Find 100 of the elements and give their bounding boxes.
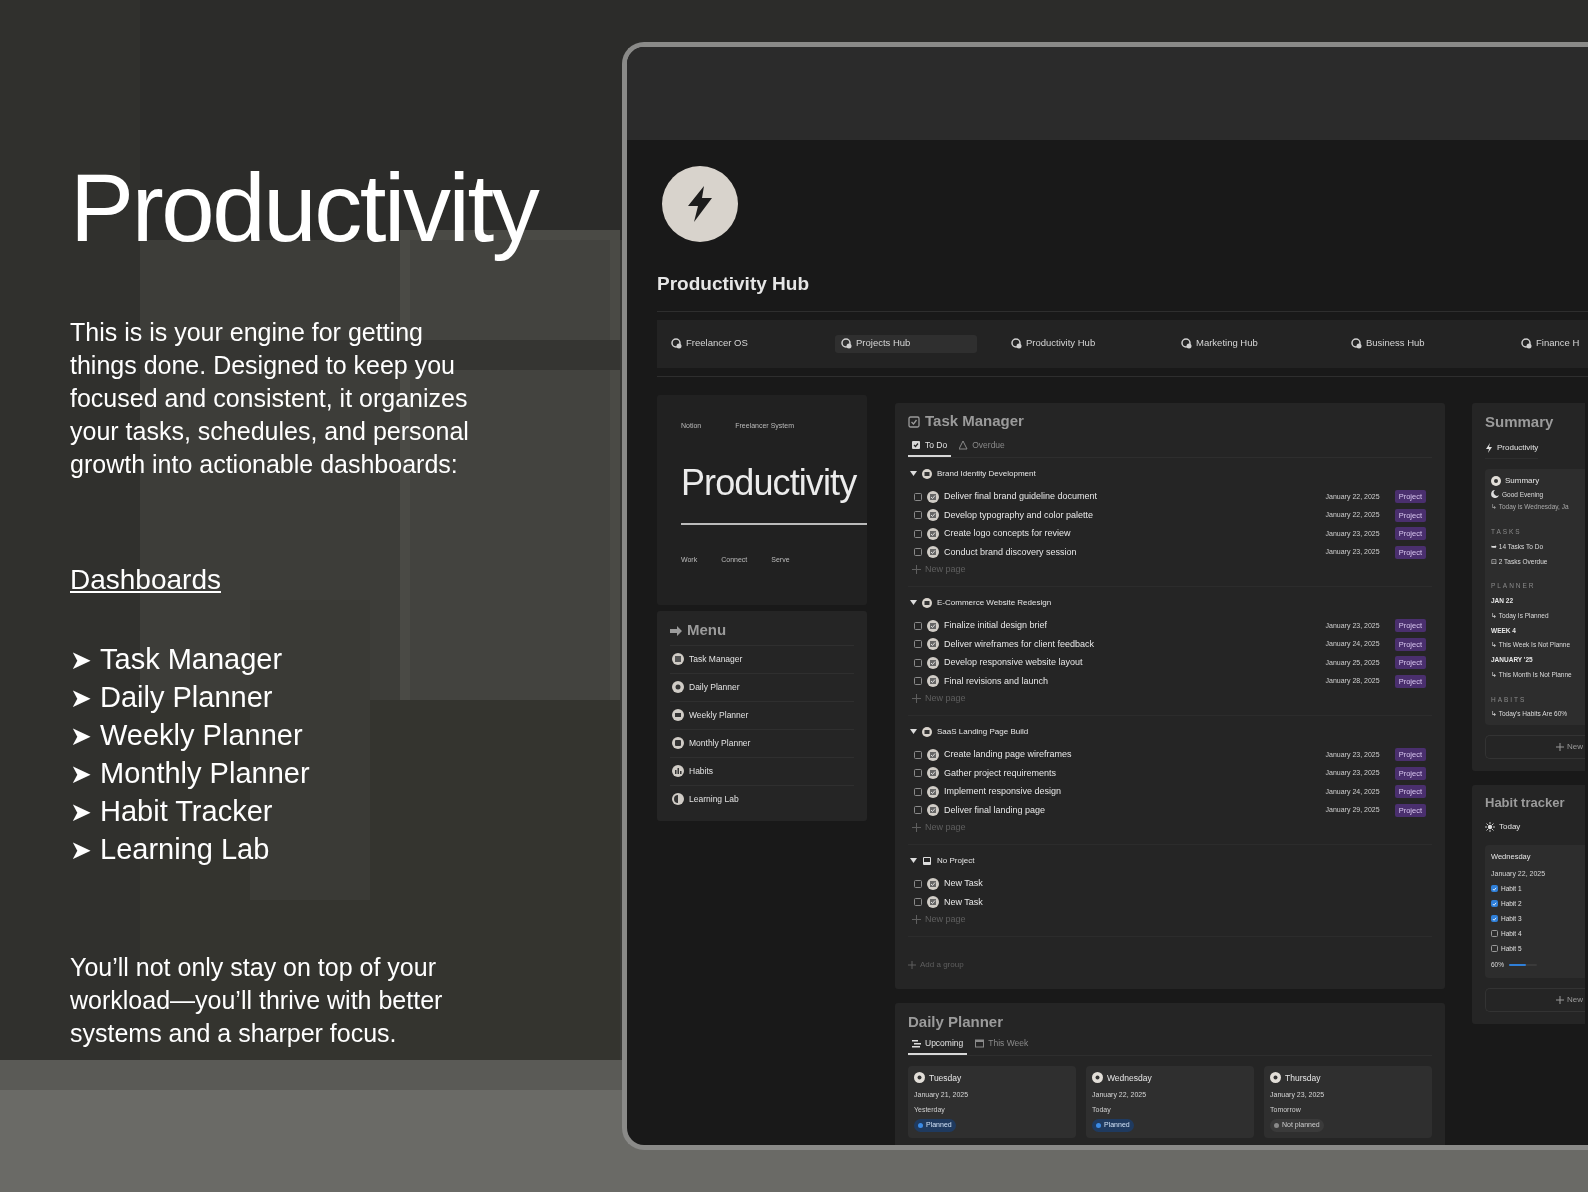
page-icon (672, 653, 684, 665)
check-icon (1492, 900, 1497, 907)
task-title[interactable]: Deliver final brand guideline document (944, 490, 1321, 504)
task-title[interactable]: Create logo concepts for review (944, 527, 1321, 541)
view-tab[interactable]: To Do (908, 436, 952, 457)
sun-icon (1485, 822, 1495, 832)
checkbox[interactable] (914, 750, 922, 759)
checkbox[interactable] (914, 511, 922, 520)
new-button[interactable]: New (1485, 735, 1585, 759)
globe-icon (1351, 338, 1362, 349)
checkbox[interactable] (914, 769, 922, 778)
checkbox[interactable] (1491, 915, 1498, 923)
task-title[interactable]: Create landing page wireframes (944, 748, 1321, 762)
day-icon (1092, 1072, 1103, 1084)
view-tab[interactable]: Productivity (1485, 438, 1539, 459)
task-title[interactable]: Conduct brand discovery session (944, 545, 1321, 559)
nav-link[interactable]: Marketing Hub (1175, 334, 1264, 353)
card-title: Summary (1485, 411, 1555, 432)
page-icon (672, 709, 684, 721)
checkbox[interactable] (914, 621, 922, 630)
checkbox[interactable] (1491, 885, 1498, 893)
checkbox[interactable] (1491, 945, 1498, 953)
nav-link[interactable]: Productivity Hub (1005, 334, 1102, 353)
task-icon (927, 785, 939, 798)
task-title[interactable]: Develop typography and color palette (944, 508, 1321, 522)
plus-icon (912, 694, 921, 703)
checkbox[interactable] (914, 529, 922, 538)
page-icon (1491, 475, 1501, 486)
arrow-icon (670, 625, 682, 636)
globe-icon (841, 338, 852, 349)
page-icon (672, 793, 684, 805)
group-header[interactable]: SaaS Landing Page Build (910, 723, 1430, 740)
page-icon (672, 681, 684, 693)
menu-item[interactable]: Learning Lab (670, 784, 854, 813)
task-title[interactable]: New Task (944, 877, 1426, 891)
task-icon (927, 804, 939, 817)
checkbox[interactable] (914, 898, 922, 907)
view-tab[interactable]: Overdue (955, 436, 1009, 457)
menu-title: Menu (687, 620, 727, 641)
task-title[interactable]: Develop responsive website layout (944, 656, 1321, 670)
view-tab[interactable]: Upcoming (908, 1034, 968, 1055)
plus-icon (912, 565, 921, 574)
task-title[interactable]: Finalize initial design brief (944, 619, 1321, 633)
lightning-icon (1485, 443, 1493, 453)
section-heading: Dashboards (70, 563, 221, 597)
task-icon (927, 490, 939, 503)
checkbox[interactable] (914, 640, 922, 649)
menu-item[interactable]: Task Manager (670, 644, 854, 673)
page-icon (672, 737, 684, 749)
nav-link[interactable]: Projects Hub (835, 334, 977, 353)
checkbox[interactable] (1491, 930, 1498, 938)
arrow-marker: ➤ (70, 833, 92, 867)
task-title[interactable]: New Task (944, 895, 1426, 909)
day-icon (914, 1072, 925, 1084)
menu-item[interactable]: Monthly Planner (670, 728, 854, 757)
arrow-marker: ➤ (70, 757, 92, 791)
check-icon (1492, 885, 1497, 892)
arrow-marker: ➤ (70, 681, 92, 715)
checkbox[interactable] (914, 677, 922, 686)
task-title[interactable]: Deliver wireframes for client feedback (944, 637, 1321, 651)
checkbox[interactable] (914, 879, 922, 888)
task-icon (927, 638, 939, 651)
dashboard-item: Task Manager (100, 642, 283, 678)
arrow-marker: ➤ (70, 719, 92, 753)
view-tab[interactable]: Today (1485, 817, 1521, 837)
task-icon (927, 896, 939, 909)
checkbox[interactable] (914, 787, 922, 796)
task-title[interactable]: Gather project requirements (944, 766, 1321, 780)
task-title[interactable]: Implement responsive design (944, 785, 1321, 799)
globe-icon (671, 338, 682, 349)
checkbox[interactable] (1491, 900, 1498, 908)
headline: Productivity (70, 153, 539, 263)
checkbox[interactable] (914, 548, 922, 557)
menu-item[interactable]: Weekly Planner (670, 700, 854, 729)
arrow-marker: ➤ (70, 643, 92, 677)
menu-item[interactable]: Habits (670, 756, 854, 785)
task-title[interactable]: Deliver final landing page (944, 803, 1321, 817)
checkbox[interactable] (914, 806, 922, 815)
nav-link[interactable]: Freelancer OS (665, 334, 754, 353)
arrow-marker: ➤ (70, 795, 92, 829)
task-title[interactable]: Final revisions and launch (944, 674, 1321, 688)
day-name: Wednesday (1107, 1071, 1152, 1085)
group-header[interactable]: E-Commerce Website Redesign (910, 594, 1430, 611)
plus-icon (912, 823, 921, 832)
group-header[interactable]: No Project (910, 852, 1430, 869)
plus-icon (1556, 995, 1564, 1004)
task-icon (927, 509, 939, 522)
nav-link[interactable]: Finance H (1515, 334, 1586, 353)
view-tab[interactable]: This Week (971, 1034, 1033, 1055)
box-title: Summary (1505, 474, 1540, 487)
new-button[interactable]: New (1485, 987, 1585, 1012)
nav-link[interactable]: Business Hub (1345, 334, 1431, 353)
menu-item[interactable]: Daily Planner (670, 672, 854, 701)
group-header[interactable]: Brand Identity Development (910, 465, 1430, 482)
checkbox[interactable] (914, 492, 922, 501)
checkbox-icon (912, 441, 921, 450)
task-icon (927, 656, 939, 669)
dashboard-item: Monthly Planner (100, 756, 310, 792)
plus-icon (912, 915, 921, 924)
checkbox[interactable] (914, 658, 922, 667)
